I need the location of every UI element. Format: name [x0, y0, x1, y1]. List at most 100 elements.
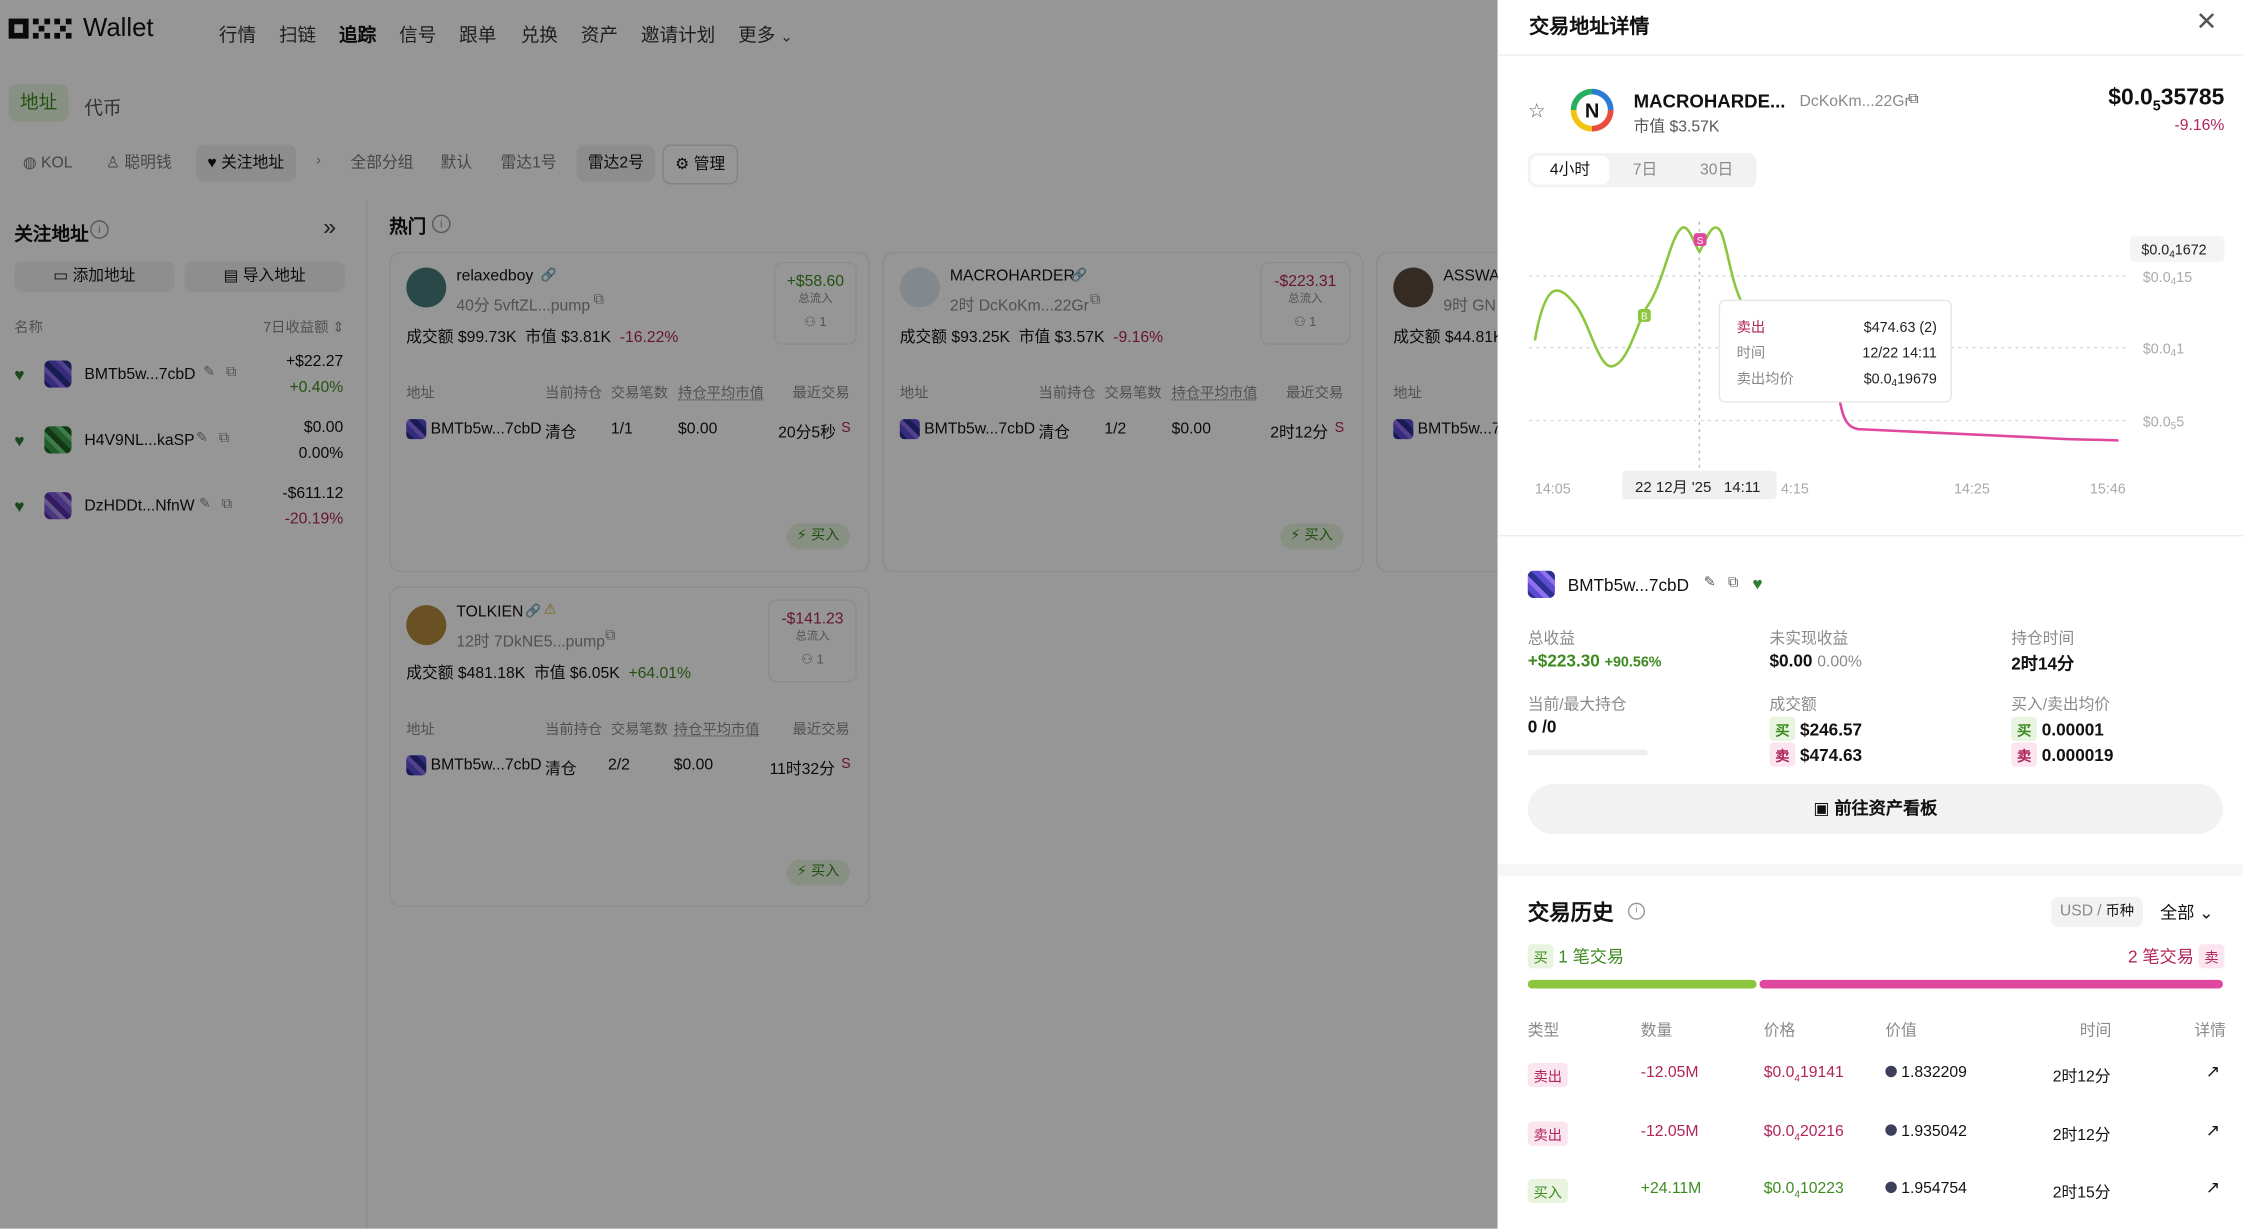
ratio-bar: [1527, 979, 2223, 989]
modal-overlay[interactable]: [0, 0, 1498, 1229]
price-rest: 35785: [2160, 85, 2225, 111]
x-tick: 14:05: [1535, 482, 1571, 498]
crosshair-date-label: 22 12月 '25 14:11: [1635, 479, 1760, 496]
avatar: [1527, 570, 1555, 598]
x-tick: 4:15: [1781, 482, 1809, 498]
row-price-main: $0.0: [1763, 1064, 1795, 1082]
volume-sell-value: $474.63: [1800, 745, 1863, 766]
buy-count-value: 1 笔交易: [1558, 946, 1625, 968]
sell-marker[interactable]: S: [1693, 233, 1707, 247]
hold-time: 2时14分: [2011, 653, 2075, 674]
table-row: 买入 +24.11M $0.0410223 1.954754 2时15分 ↗: [1498, 1166, 2243, 1212]
row-value: 1.832209: [1885, 1064, 1967, 1081]
currency-coin[interactable]: 币种: [2105, 904, 2134, 920]
unrealized: $0.00 0.00%: [1770, 651, 1862, 671]
row-price: $0.0420216: [1764, 1123, 1844, 1143]
edit-icon[interactable]: ✎: [1704, 575, 1716, 591]
x-tick: 14:25: [1954, 482, 1990, 498]
history-filter[interactable]: 全部 ⌄: [2160, 900, 2214, 924]
chart-tooltip: 卖出 $474.63 (2) 时间 12/22 14:11 卖出均价 $0.04…: [1718, 299, 1952, 403]
close-icon[interactable]: ✕: [2196, 7, 2218, 37]
tab-4h[interactable]: 4小时: [1530, 155, 1610, 185]
total-pnl: +$223.30 +90.56%: [1528, 651, 1662, 671]
row-price: $0.0410223: [1764, 1180, 1844, 1200]
row-value-text: 1.954754: [1901, 1180, 1967, 1198]
external-link-icon[interactable]: ↗: [2206, 1177, 2220, 1197]
col-detail: 详情: [2194, 1022, 2226, 1040]
sell-tag: 卖: [2011, 742, 2038, 767]
tooltip-amount: $474.63 (2): [1864, 320, 1937, 336]
external-link-icon[interactable]: ↗: [2206, 1120, 2220, 1140]
position-bar: [1527, 749, 1648, 756]
range-tabs: 4小时 7日 30日: [1527, 153, 1757, 188]
panel-title: 交易地址详情: [1529, 14, 1650, 38]
background-app: Wallet 行情 扫链 追踪 信号 跟单 兑换 资产 邀请计划 更多 ⌄ 地址…: [0, 0, 1498, 1229]
sell-count-value: 2 笔交易: [2128, 946, 2194, 968]
heart-icon[interactable]: ♥: [1752, 574, 1762, 594]
volume-sell: 卖 $474.63: [1769, 742, 1863, 767]
row-price-main: $0.0: [1763, 1180, 1795, 1198]
external-link-icon[interactable]: ↗: [2206, 1061, 2220, 1081]
col-time: 时间: [2079, 1022, 2112, 1040]
copy-icon[interactable]: ⧉: [1728, 575, 1738, 591]
ratio-bar-sell: [1759, 979, 2223, 989]
tooltip-time-label: 时间: [1737, 345, 1766, 362]
total-pnl-pct: +90.56%: [1604, 655, 1662, 671]
col-value: 价值: [1885, 1022, 1917, 1040]
col-type: 类型: [1527, 1022, 1560, 1040]
info-icon[interactable]: i: [1627, 902, 1646, 920]
avg-buy: 买 0.00001: [2011, 716, 2104, 741]
hold-time-label: 持仓时间: [2011, 630, 2075, 649]
divider: [1497, 54, 2243, 56]
tooltip-avg: $0.0419679: [1864, 371, 1937, 389]
row-time: 2时15分: [2052, 1184, 2111, 1202]
sell-marker-label: S: [1697, 236, 1704, 247]
price-chart[interactable]: B S $0.0415 $0.041 $0.055 $0.041672 14:0…: [1498, 200, 2243, 508]
row-price-main: $0.0: [1763, 1122, 1795, 1141]
token-price: $0.0535785: [2108, 86, 2224, 115]
volume-buy-value: $246.57: [1800, 719, 1863, 740]
currency-usd[interactable]: USD: [2060, 903, 2093, 920]
holder-name: BMTb5w...7cbD: [1567, 575, 1689, 596]
volume-buy: 买 $246.57: [1769, 716, 1863, 741]
row-value: 1.954754: [1885, 1180, 1967, 1198]
currency-toggle[interactable]: USD / 币种: [2051, 896, 2143, 927]
coin-icon: [1885, 1124, 1897, 1136]
col-price: 价格: [1763, 1022, 1796, 1040]
section-gap: [1497, 864, 2243, 876]
tooltip-time: 12/22 14:11: [1862, 346, 1937, 362]
current-price-label: $0.041672: [2141, 243, 2206, 261]
price-sub: 5: [2152, 98, 2161, 115]
dashboard-label: 前往资产看板: [1834, 798, 1938, 819]
star-icon[interactable]: ☆: [1528, 99, 1546, 123]
divider: [1497, 534, 2243, 537]
row-value: 1.935042: [1885, 1123, 1967, 1140]
tab-30d[interactable]: 30日: [1679, 156, 1753, 185]
sell-tag: 卖: [1769, 742, 1796, 767]
asset-dashboard-button[interactable]: ▣ 前往资产看板: [1527, 783, 2223, 834]
address-detail-panel: 交易地址详情 ✕ ☆ N MACROHARDE... DcKoKm...22Gr…: [1497, 0, 2243, 1229]
row-price: $0.0419141: [1764, 1064, 1844, 1084]
buy-marker[interactable]: B: [1637, 308, 1651, 323]
row-qty: +24.11M: [1640, 1180, 1702, 1198]
unrealized-value: $0.00: [1769, 650, 1813, 671]
chat-icon: ▣: [1813, 798, 1830, 819]
row-price-rest: 10223: [1800, 1180, 1844, 1198]
tab-7d[interactable]: 7日: [1611, 156, 1680, 185]
row-type: 卖出: [1527, 1062, 1568, 1088]
buy-count: 买 1 笔交易: [1527, 944, 1625, 969]
ratio-bar-buy: [1527, 979, 1757, 989]
position-label: 当前/最大持仓: [1527, 696, 1627, 714]
price-line-up: [1533, 226, 1743, 368]
token-address: DcKoKm...22Gr: [1799, 92, 1910, 111]
sell-count: 2 笔交易 卖: [2128, 944, 2225, 969]
row-qty: -12.05M: [1640, 1064, 1699, 1082]
token-name: MACROHARDE...: [1633, 90, 1786, 112]
coin-icon: [1885, 1065, 1897, 1078]
buy-tag: 买: [1527, 944, 1554, 969]
chevron-down-icon: ⌄: [2199, 902, 2214, 923]
row-time: 2时12分: [2052, 1127, 2111, 1145]
total-pnl-value: +$223.30: [1527, 650, 1600, 671]
tooltip-avg-label: 卖出均价: [1737, 370, 1794, 387]
copy-icon[interactable]: ⧉: [1908, 92, 1918, 108]
